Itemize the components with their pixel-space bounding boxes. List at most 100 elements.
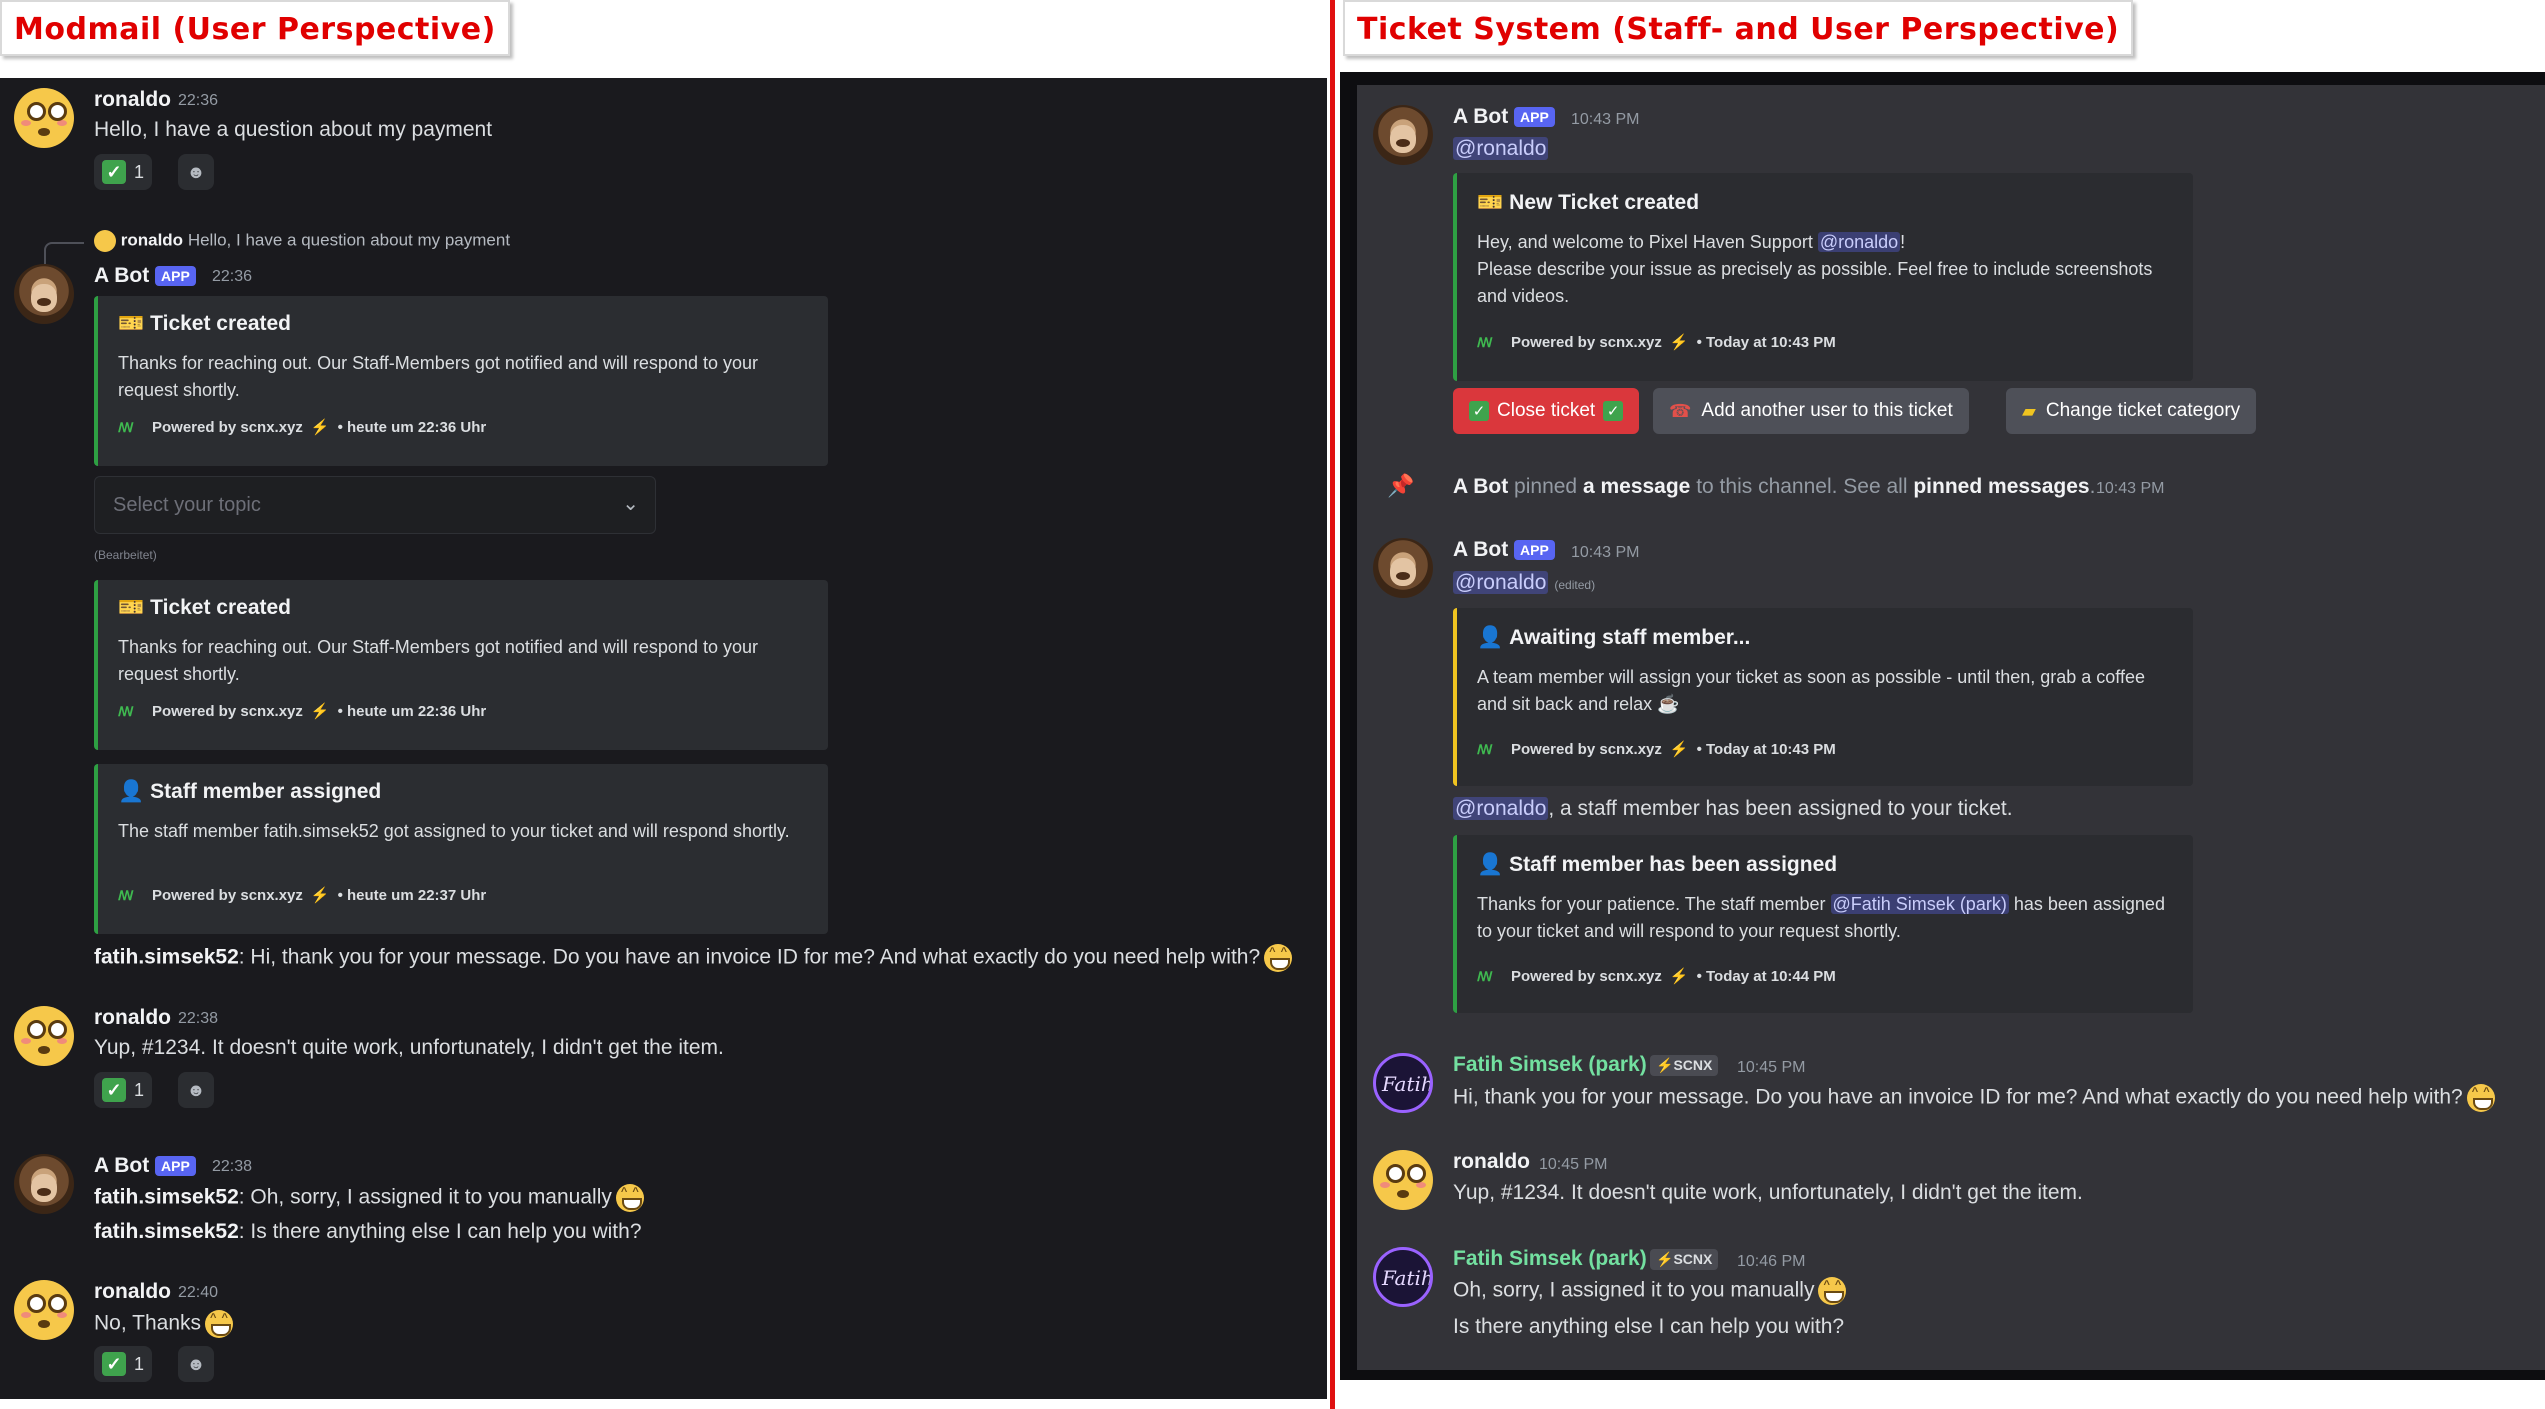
embed-title: 🎫 Ticket created bbox=[118, 312, 292, 335]
scnx-logo-icon: ꟿ bbox=[1477, 742, 1493, 758]
ronaldo-avatar[interactable] bbox=[14, 1280, 74, 1340]
staff-username[interactable]: Fatih Simsek (park) bbox=[1453, 1053, 1647, 1077]
timestamp: 22:40 bbox=[178, 1284, 219, 1301]
app-badge: APP bbox=[1514, 107, 1555, 127]
ticket-icon: 🎫 bbox=[1477, 191, 1504, 214]
app-badge: APP bbox=[1514, 540, 1555, 560]
embed-footer: ꟿ Powered by scnx.xyz ⚡ • heute um 22:36 Uh… bbox=[118, 419, 487, 436]
message-text: Hello, I have a question about my paymen… bbox=[94, 118, 493, 141]
timestamp: 22:38 bbox=[178, 1010, 219, 1027]
comparison-screenshot: Modmail (User Perspective) Ticket System… bbox=[0, 0, 2545, 1409]
edited-label: (Bearbeitet) bbox=[94, 548, 157, 562]
staff-message: fatih.simsek52: Is there anything else I… bbox=[94, 1220, 642, 1243]
embed-title: 👤 Staff member assigned bbox=[118, 780, 382, 803]
reaction-count: 1 bbox=[134, 161, 145, 182]
pin-icon: 📌 bbox=[1387, 473, 1415, 498]
bot-avatar[interactable] bbox=[1373, 105, 1433, 165]
bot-avatar[interactable] bbox=[14, 264, 74, 324]
reply-connector bbox=[44, 242, 84, 264]
embed-ticket-created-2: 🎫 Ticket created Thanks for reaching out.… bbox=[94, 580, 828, 750]
embed-footer: ꟿ Powered by scnx.xyz ⚡ • Today at 10:44 PM bbox=[1477, 968, 1836, 985]
timestamp: 22:36 bbox=[212, 268, 253, 285]
scnx-logo-icon: ꟿ bbox=[118, 704, 134, 720]
app-badge: APP bbox=[155, 1156, 196, 1176]
topic-select[interactable]: Select your topic ⌄ bbox=[94, 476, 656, 534]
mention-edited[interactable]: @ronaldo (edited) bbox=[1453, 571, 1595, 595]
username[interactable]: ronaldo bbox=[94, 1280, 171, 1304]
add-user-button[interactable]: ☎ Add another user to this ticket bbox=[1653, 388, 1969, 434]
grin-emoji-icon bbox=[615, 1184, 644, 1212]
embed-description: Thanks for your patience. The staff memb… bbox=[1477, 894, 2165, 941]
bolt-icon: ⚡ bbox=[310, 703, 330, 720]
check-icon: ✓ bbox=[1469, 401, 1489, 421]
scnx-logo-icon: ꟿ bbox=[1477, 335, 1493, 351]
embed-footer: ꟿ Powered by scnx.xyz ⚡ • heute um 22:36 Uh… bbox=[118, 703, 487, 720]
add-reaction-icon[interactable]: ☻ bbox=[178, 1346, 214, 1382]
message-text: Yup, #1234. It doesn't quite work, unfor… bbox=[1453, 1181, 2083, 1204]
bolt-icon: ⚡ bbox=[1656, 1251, 1674, 1267]
mention[interactable]: @ronaldo bbox=[1453, 137, 1549, 161]
bolt-icon: ⚡ bbox=[310, 419, 330, 436]
left-caption: Modmail (User Perspective) bbox=[0, 0, 510, 56]
bolt-icon: ⚡ bbox=[1669, 968, 1689, 985]
bot-avatar[interactable] bbox=[14, 1154, 74, 1214]
reaction-check[interactable]: ✓ 1 bbox=[94, 1346, 153, 1382]
grin-emoji-icon bbox=[1818, 1277, 1847, 1305]
bot-username[interactable]: A Bot bbox=[1453, 538, 1508, 562]
folder-icon: ▰ bbox=[2022, 400, 2036, 421]
add-reaction-icon[interactable]: ☻ bbox=[178, 154, 214, 190]
username[interactable]: ronaldo bbox=[1453, 1150, 1530, 1174]
reply-preview[interactable]: ronaldo Hello, I have a question about m… bbox=[94, 230, 510, 252]
ticket-panel: A Bot APP 10:43 PM @ronaldo 🎫 New Ticket … bbox=[1357, 85, 2545, 1370]
chevron-down-icon: ⌄ bbox=[622, 493, 639, 515]
ronaldo-avatar[interactable] bbox=[14, 1006, 74, 1066]
close-ticket-button[interactable]: ✓ Close ticket ✓ bbox=[1453, 388, 1640, 434]
phone-icon: ☎ bbox=[1669, 400, 1692, 421]
change-category-button[interactable]: ▰ Change ticket category bbox=[2006, 388, 2257, 434]
reaction-check[interactable]: ✓ 1 bbox=[94, 154, 153, 190]
fatih-avatar[interactable]: Fatih bbox=[1373, 1053, 1433, 1113]
staff-username[interactable]: Fatih Simsek (park) bbox=[1453, 1247, 1647, 1271]
right-caption: Ticket System (Staff- and User Perspecti… bbox=[1343, 0, 2134, 56]
timestamp: 10:43 PM bbox=[1571, 111, 1640, 128]
reaction-check[interactable]: ✓ 1 bbox=[94, 1072, 153, 1108]
bot-username[interactable]: A Bot bbox=[94, 264, 149, 288]
embed-footer: ꟿ Powered by scnx.xyz ⚡ • Today at 10:43 PM bbox=[1477, 334, 1836, 351]
timestamp: 22:36 bbox=[178, 92, 219, 109]
ronaldo-avatar[interactable] bbox=[14, 88, 74, 148]
message-text: Yup, #1234. It doesn't quite work, unfor… bbox=[94, 1036, 724, 1059]
bolt-icon: ⚡ bbox=[1656, 1057, 1674, 1073]
bolt-icon: ⚡ bbox=[1669, 334, 1689, 351]
embed-description: A team member will assign your ticket as… bbox=[1477, 667, 2146, 714]
embed-title: 🎫 New Ticket created bbox=[1477, 191, 1700, 214]
add-reaction-icon[interactable]: ☻ bbox=[178, 1072, 214, 1108]
embed-title: 👤 Awaiting staff member... bbox=[1477, 626, 1751, 649]
timestamp: 10:43 PM bbox=[2096, 480, 2165, 497]
bot-username[interactable]: A Bot bbox=[1453, 105, 1508, 129]
embed-title: 🎫 Ticket created bbox=[118, 596, 292, 619]
person-icon: 👤 bbox=[118, 780, 145, 803]
reply-user: ronaldo bbox=[120, 230, 184, 250]
username[interactable]: ronaldo bbox=[94, 1006, 171, 1030]
ronaldo-avatar[interactable] bbox=[1373, 1150, 1433, 1210]
divider bbox=[1330, 0, 1335, 1409]
assignment-message: @ronaldo, a staff member has been assign… bbox=[1453, 797, 2013, 820]
check-icon: ✓ bbox=[1603, 401, 1624, 421]
embed-description: The staff member fatih.simsek52 got assi… bbox=[118, 821, 790, 841]
embed-description: Thanks for reaching out. Our Staff-Membe… bbox=[118, 353, 758, 400]
bot-avatar[interactable] bbox=[1373, 538, 1433, 598]
bot-username[interactable]: A Bot bbox=[94, 1154, 149, 1178]
timestamp: 10:45 PM bbox=[1737, 1059, 1806, 1076]
message-text: Oh, sorry, I assigned it to you manually bbox=[1453, 1277, 1847, 1305]
fatih-avatar[interactable]: Fatih bbox=[1373, 1247, 1433, 1307]
username[interactable]: ronaldo bbox=[94, 88, 171, 112]
scnx-tag: ⚡SCNX bbox=[1650, 1249, 1719, 1270]
reaction-count: 1 bbox=[134, 1079, 145, 1100]
person-icon: 👤 bbox=[1477, 853, 1504, 876]
scnx-tag: ⚡SCNX bbox=[1650, 1055, 1719, 1076]
message-text: Is there anything else I can help you wi… bbox=[1453, 1315, 1845, 1338]
embed-ticket-created: 🎫 Ticket created Thanks for reaching out.… bbox=[94, 296, 828, 466]
ticket-icon: 🎫 bbox=[118, 312, 145, 335]
reply-avatar-icon bbox=[94, 230, 116, 252]
bolt-icon: ⚡ bbox=[310, 887, 330, 904]
